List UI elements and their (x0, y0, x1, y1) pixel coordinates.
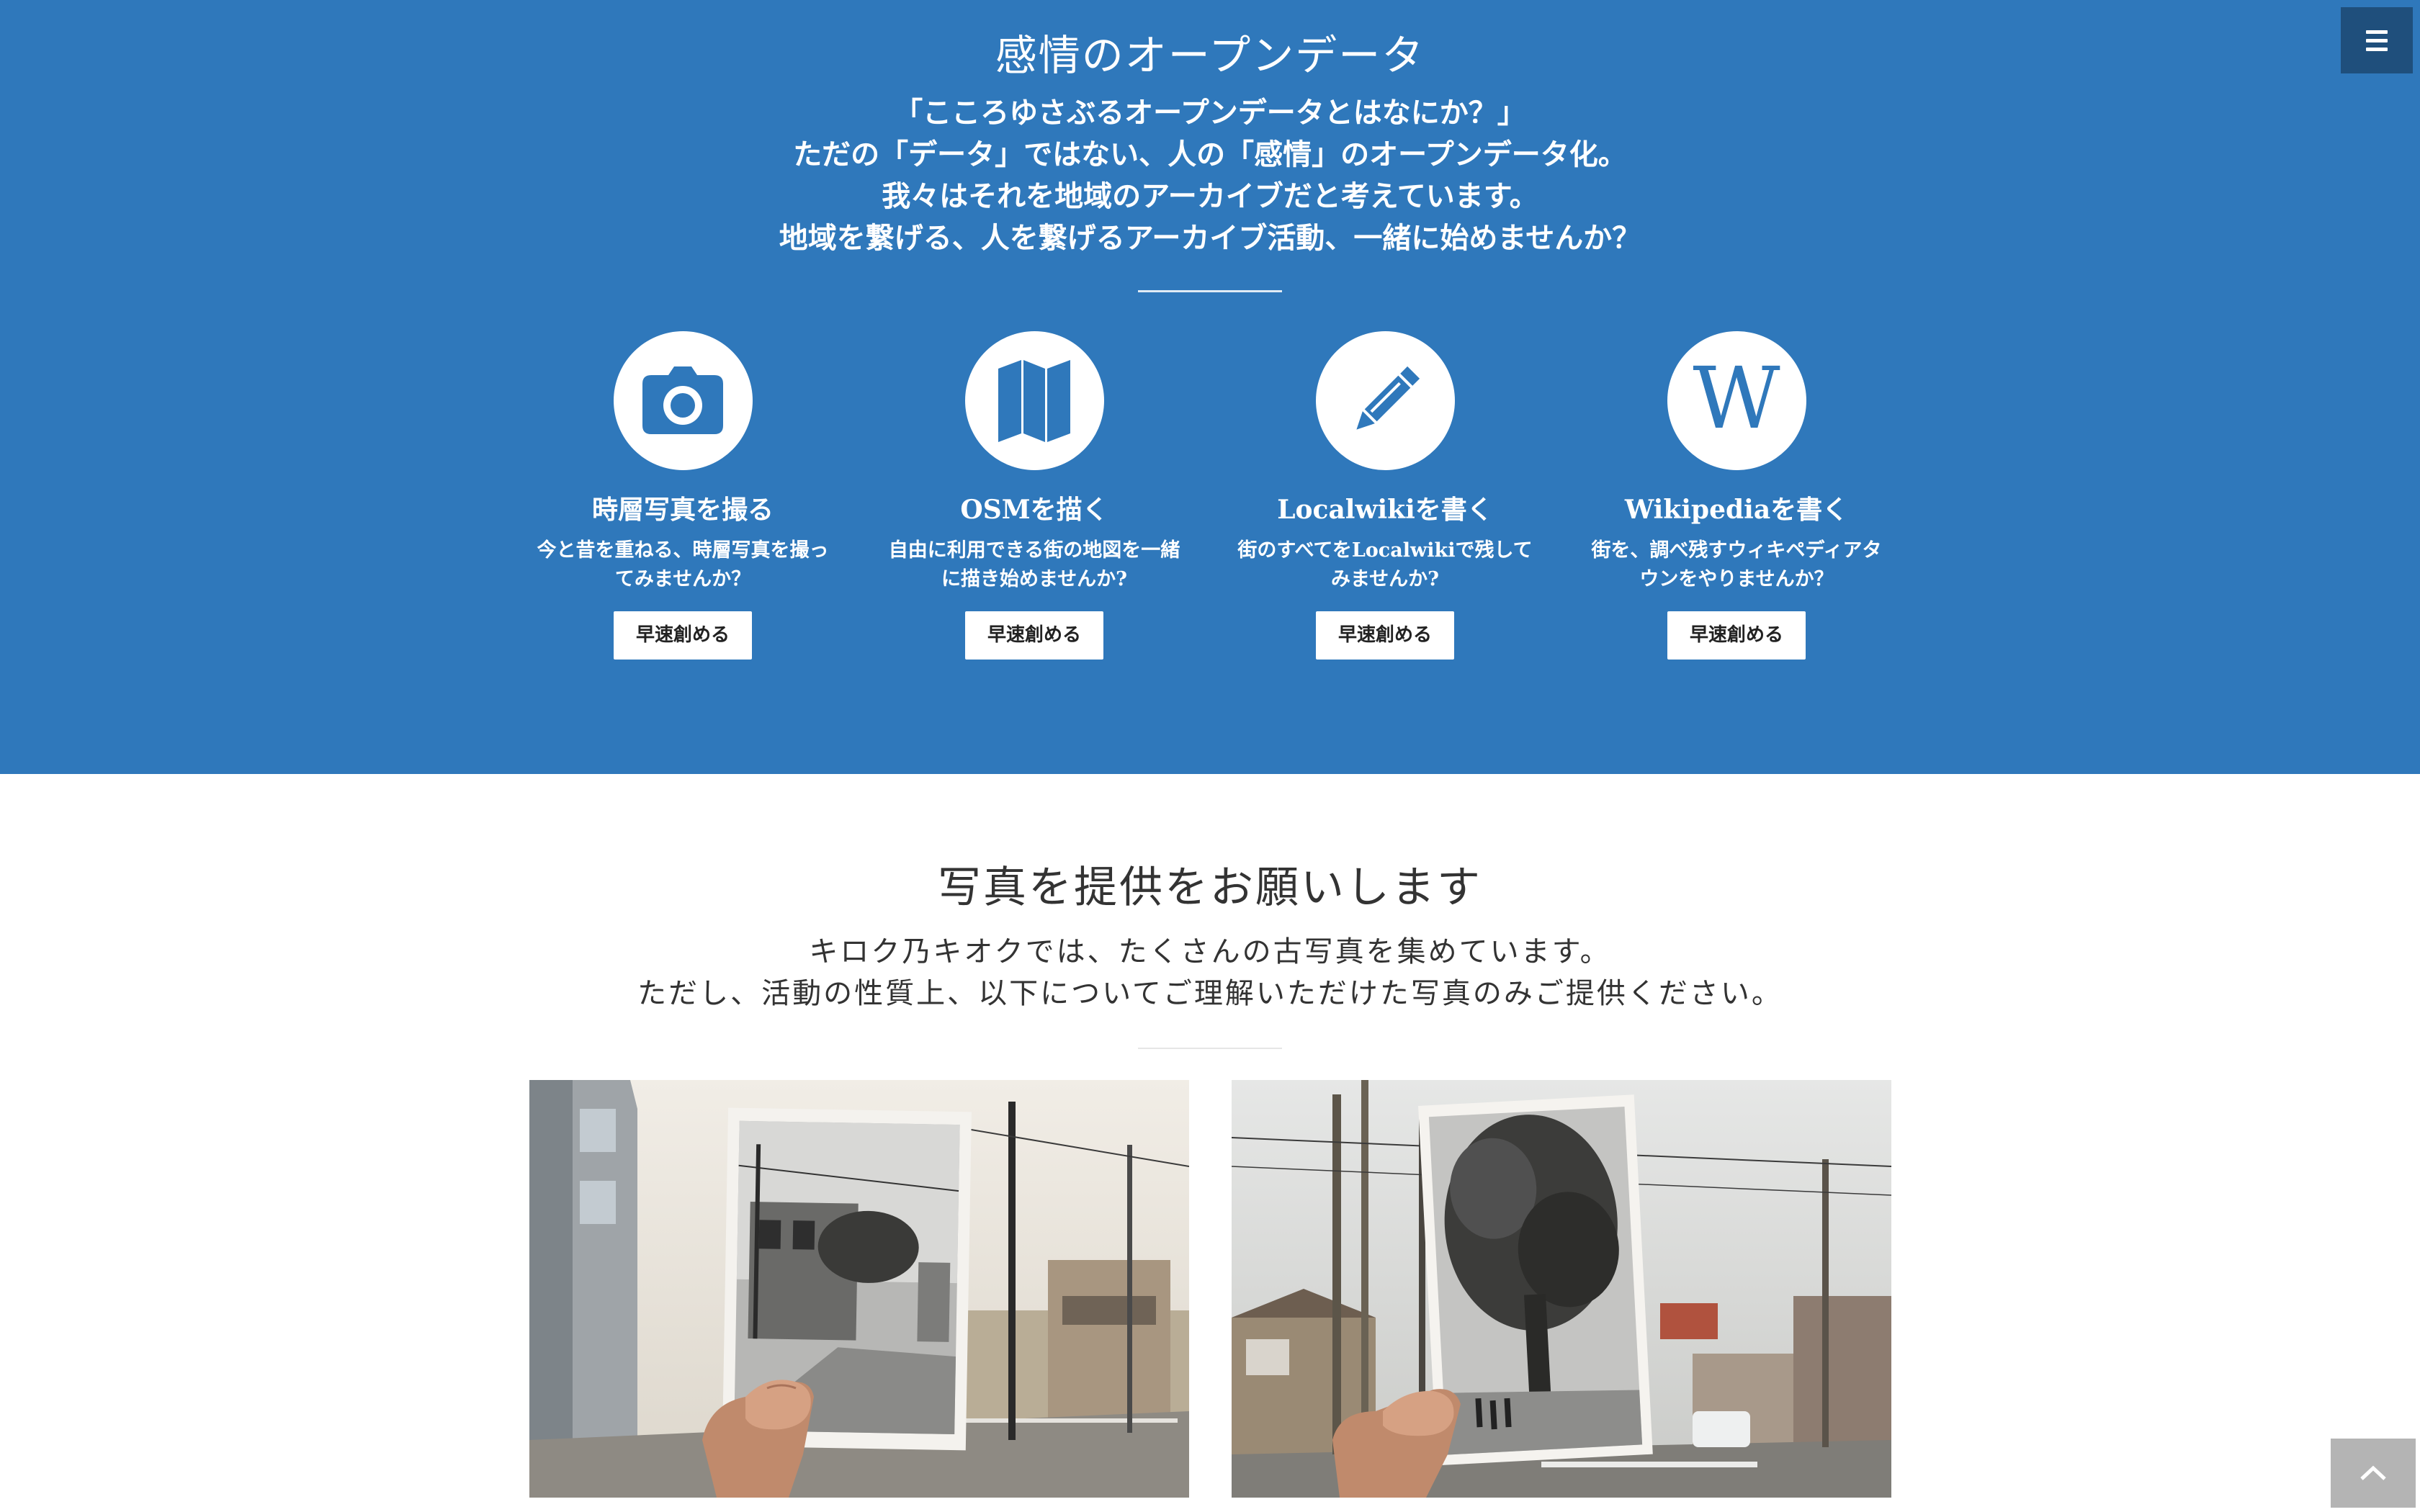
feature-title: OSMを描く (960, 495, 1108, 525)
camera-icon (613, 331, 753, 470)
hero-lead-line: 「こころゆさぶるオープンデータとはなにか？」 (894, 96, 1526, 130)
feature-description: 街を、調べ残すウィキペディアタウンをやりませんか？ (1591, 539, 1882, 590)
photo-then-and-now-tree (1232, 1080, 1891, 1498)
feature-card-photo: 時層写真を撮る 今と昔を重ねる、時層写真を撮ってみませんか？ 早速創める (524, 331, 841, 660)
hero-lead-line: 我々はそれを地域のアーカイブだと考えています。 (882, 179, 1538, 213)
map-icon (964, 331, 1104, 470)
photo-request-section: 写真を提供をお願いします キロク乃キオクでは、たくさんの古写真を集めています。 … (0, 774, 2420, 1512)
photo-then-and-now-street (529, 1080, 1189, 1498)
feature-card-localwiki: Localwikiを書く 街のすべてをLocalwikiで残してみませんか? 早… (1227, 331, 1543, 660)
svg-text:W: W (1693, 361, 1780, 441)
wikipedia-icon: W (1667, 331, 1806, 470)
start-button[interactable]: 早速創める (614, 611, 752, 660)
hero-divider (1138, 290, 1282, 292)
feature-description: 自由に利用できる街の地図を一緒に描き始めませんか? (888, 539, 1180, 590)
hero-lead-line: ただの「データ」ではない、人の「感情」のオープンデータ化。 (793, 138, 1627, 171)
scroll-to-top-button[interactable] (2331, 1439, 2416, 1508)
feature-card-osm: OSMを描く 自由に利用できる街の地図を一緒に描き始めませんか? 早速創める (876, 331, 1193, 660)
chevron-up-icon (2360, 1465, 2386, 1480)
section-lead-line: ただし、活動の性質上、以下についてご理解いただけた写真のみご提供ください。 (637, 977, 1783, 1010)
feature-description: 今と昔を重ねる、時層写真を撮ってみませんか？ (537, 539, 829, 590)
feature-card-wikipedia: W Wikipediaを書く 街を、調べ残すウィキペディアタウンをやりませんか？… (1578, 331, 1895, 660)
section-lead-line: キロク乃キオクでは、たくさんの古写真を集めています。 (809, 935, 1611, 968)
feature-title: Localwikiを書く (1277, 495, 1493, 525)
section-lead: キロク乃キオクでは、たくさんの古写真を集めています。 ただし、活動の性質上、以下… (0, 931, 2420, 1014)
hero-lead: 「こころゆさぶるオープンデータとはなにか？」 ただの「データ」ではない、人の「感… (0, 92, 2420, 259)
hero-section: 感情のオープンデータ 「こころゆさぶるオープンデータとはなにか？」 ただの「デー… (0, 0, 2420, 774)
section-divider (1138, 1048, 1282, 1049)
pencil-icon (1315, 331, 1455, 470)
start-button[interactable]: 早速創める (1316, 611, 1454, 660)
hero-lead-line: 地域を繋げる、人を繋げるアーカイブ活動、一緒に始めませんか？ (779, 221, 1641, 255)
start-button[interactable]: 早速創める (965, 611, 1103, 660)
start-button[interactable]: 早速創める (1667, 611, 1806, 660)
section-title: 写真を提供をお願いします (938, 863, 1482, 913)
feature-list: 時層写真を撮る 今と昔を重ねる、時層写真を撮ってみませんか？ 早速創める OSM… (0, 331, 2420, 662)
feature-title: Wikipediaを書く (1624, 495, 1849, 525)
hero-title: 感情のオープンデータ (995, 31, 1425, 80)
feature-description: 街のすべてをLocalwikiで残してみませんか? (1237, 539, 1533, 590)
feature-title: 時層写真を撮る (591, 495, 774, 525)
